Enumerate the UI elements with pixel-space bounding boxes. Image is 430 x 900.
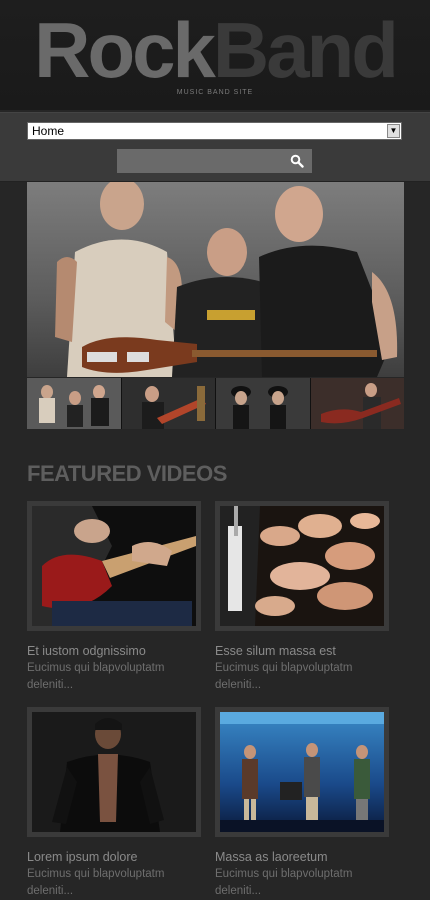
video-thumbnail-frame[interactable] xyxy=(215,501,389,631)
thumbnail-2[interactable] xyxy=(121,378,215,429)
video-card[interactable]: Massa as laoreetum Eucimus qui blapvolup… xyxy=(215,707,389,900)
thumbnail-3[interactable] xyxy=(216,378,310,429)
video-thumbnail[interactable] xyxy=(220,712,384,832)
video-title[interactable]: Et iustom odgnissimo xyxy=(27,644,201,658)
video-title[interactable]: Massa as laoreetum xyxy=(215,850,389,864)
video-thumbnail[interactable] xyxy=(32,712,196,832)
logo-band: Band xyxy=(212,6,399,94)
video-description: Eucimus qui blapvoluptatm deleniti... xyxy=(27,868,165,897)
thumbnail-1[interactable] xyxy=(27,378,121,429)
video-thumbnail[interactable] xyxy=(220,506,384,626)
search-box xyxy=(117,149,312,173)
video-title[interactable]: Lorem ipsum dolore xyxy=(27,850,201,864)
video-description: Eucimus qui blapvoluptatm deleniti... xyxy=(215,868,353,897)
video-card[interactable]: Et iustom odgnissimo Eucimus qui blapvol… xyxy=(27,501,201,694)
video-card[interactable]: Esse silum massa est Eucimus qui blapvol… xyxy=(215,501,389,694)
video-description: Eucimus qui blapvoluptatm deleniti... xyxy=(215,662,353,691)
navigation-bar: Home ▼ xyxy=(0,112,430,182)
section-title: FEATURED VIDEOS xyxy=(27,461,227,486)
menu-select-value: Home xyxy=(32,124,65,138)
logo-rock: Rock xyxy=(34,6,216,94)
video-title[interactable]: Esse silum massa est xyxy=(215,644,389,658)
menu-select[interactable]: Home ▼ xyxy=(27,122,402,140)
tagline: MUSIC BAND SITE xyxy=(176,89,254,96)
site-header: RockBand MUSIC BAND SITE xyxy=(0,0,430,110)
thumbnail-4[interactable] xyxy=(310,378,404,429)
video-card[interactable]: Lorem ipsum dolore Eucimus qui blapvolup… xyxy=(27,707,201,900)
video-description: Eucimus qui blapvoluptatm deleniti... xyxy=(27,662,165,691)
dropdown-arrow-icon[interactable]: ▼ xyxy=(387,124,400,138)
video-thumbnail-frame[interactable] xyxy=(27,501,201,631)
video-thumbnail-frame[interactable] xyxy=(215,707,389,837)
video-thumbnail-frame[interactable] xyxy=(27,707,201,837)
search-input[interactable] xyxy=(117,149,287,173)
hero-band-photo xyxy=(27,182,404,377)
gallery-thumbnails xyxy=(27,378,404,429)
search-icon[interactable] xyxy=(290,154,304,168)
site-logo[interactable]: RockBand xyxy=(0,10,430,90)
video-thumbnail[interactable] xyxy=(32,506,196,626)
